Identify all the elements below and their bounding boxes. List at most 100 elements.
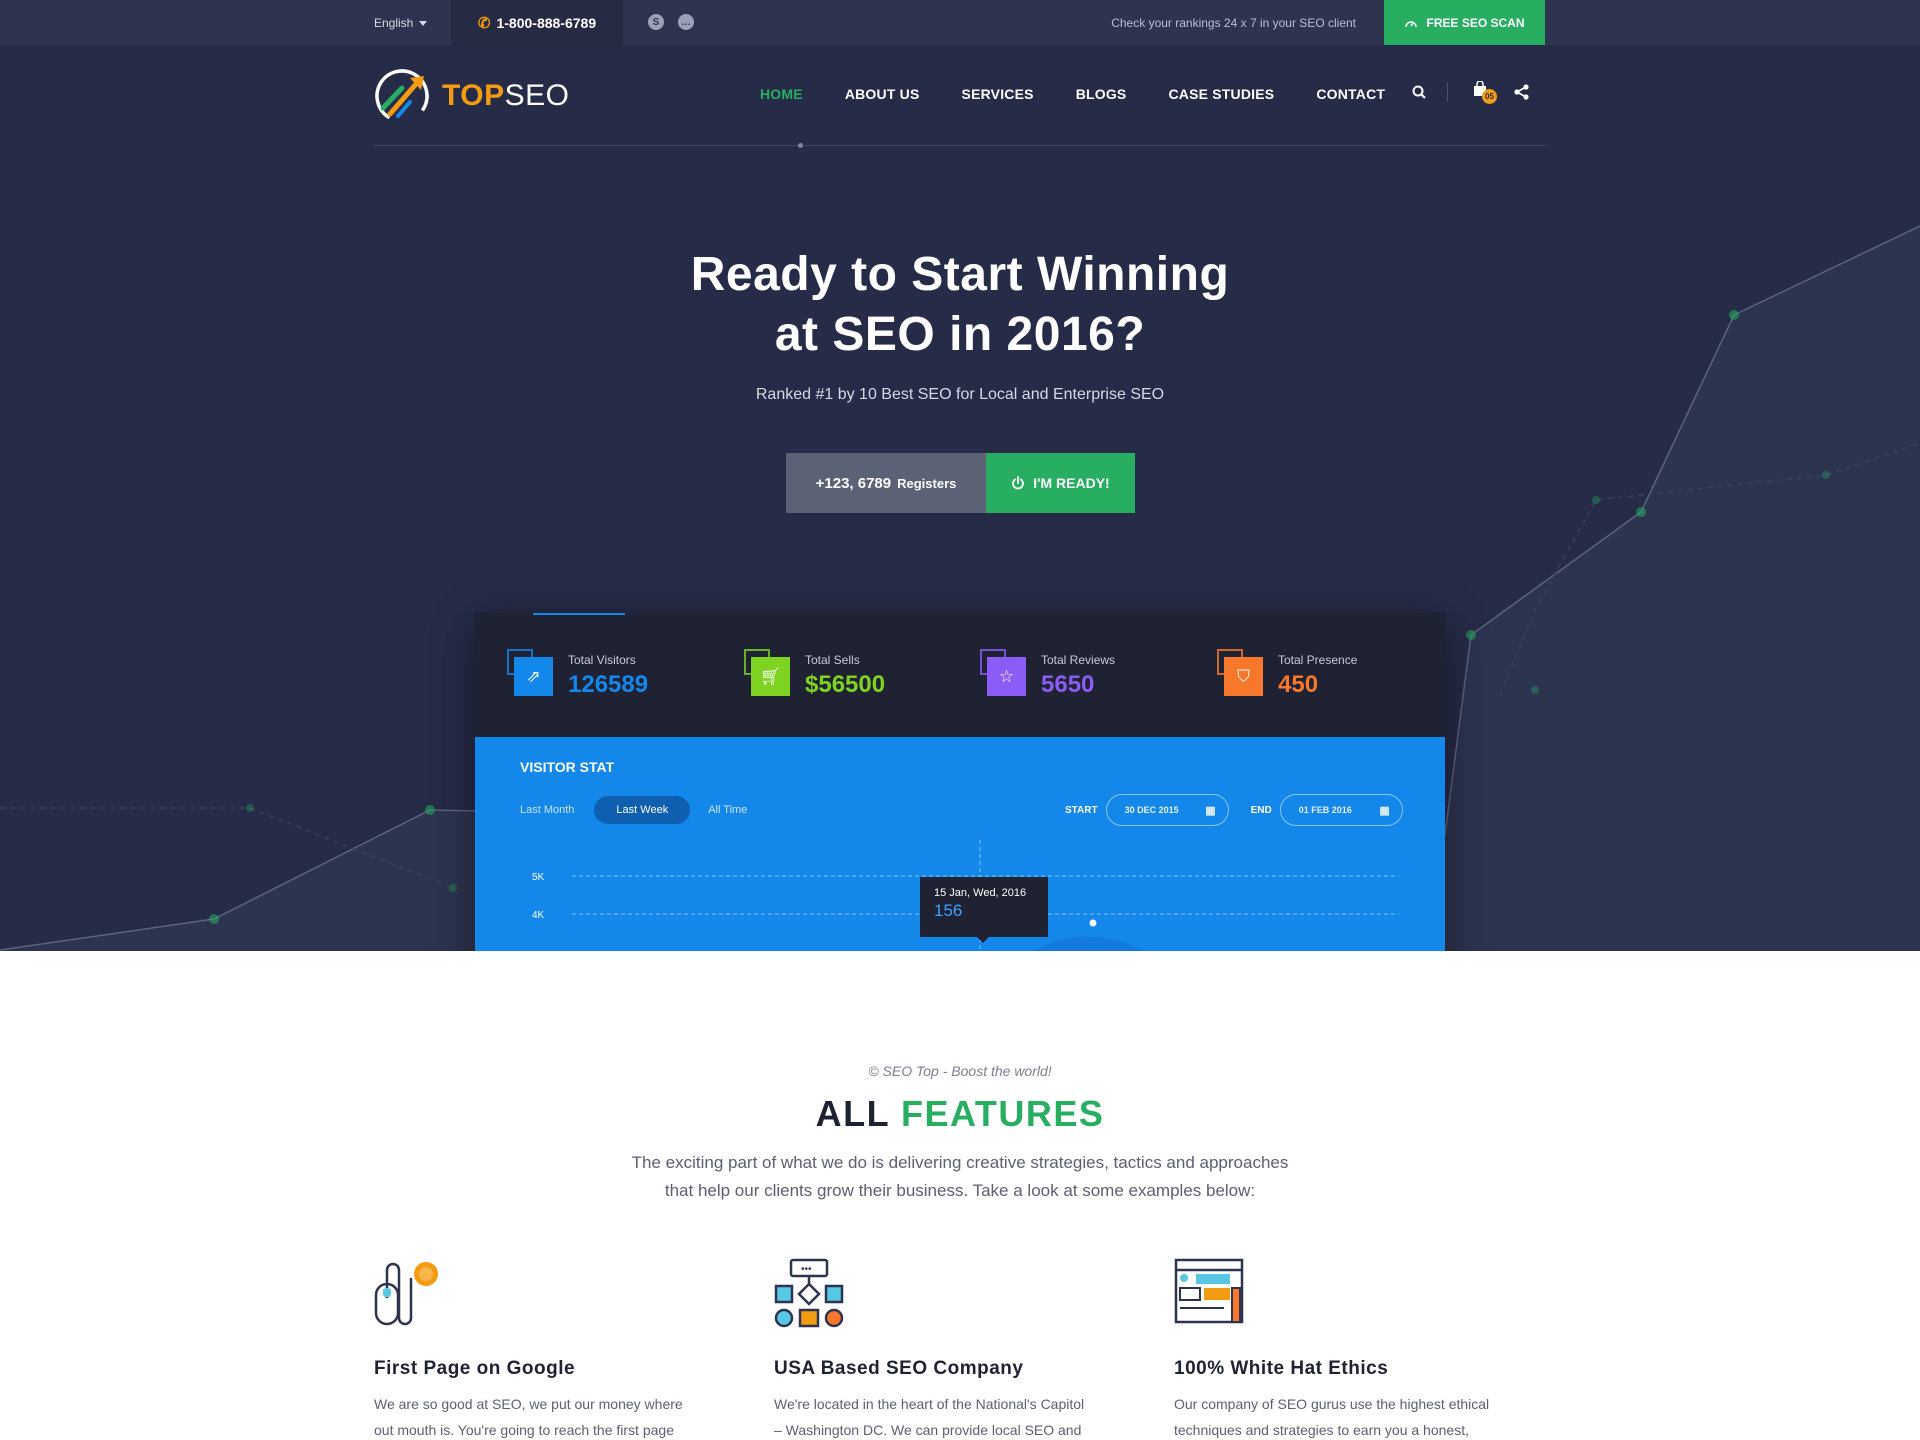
divider-dot bbox=[798, 143, 803, 148]
im-ready-button[interactable]: I'M READY! bbox=[986, 453, 1135, 513]
skype-icon[interactable]: S bbox=[648, 14, 664, 30]
phone-link[interactable]: ✆ 1-800-888-6789 bbox=[451, 0, 623, 45]
search-icon[interactable] bbox=[1409, 85, 1429, 99]
visitor-stat-tabs: Last Month Last Week All Time bbox=[520, 796, 777, 824]
tab-last-week[interactable]: Last Week bbox=[594, 796, 691, 824]
web-design-icon bbox=[1174, 1258, 1244, 1324]
tab-all-time[interactable]: All Time bbox=[708, 804, 747, 816]
nav-blogs[interactable]: BLOGS bbox=[1076, 86, 1127, 102]
hero-title-line1: Ready to Start Winning bbox=[690, 248, 1230, 301]
feature-title: First Page on Google bbox=[374, 1358, 576, 1379]
bookmark-icon: ⛉ bbox=[1224, 657, 1263, 696]
end-date: 01 FEB 2016 bbox=[1298, 805, 1352, 815]
features-kicker-text: SEO Top - Boost the world! bbox=[882, 1063, 1052, 1079]
features-desc-line2: that help our clients grow their busines… bbox=[664, 1181, 1256, 1200]
nav-services[interactable]: SERVICES bbox=[962, 86, 1034, 102]
logo-icon bbox=[375, 69, 429, 123]
language-label: English bbox=[374, 16, 414, 30]
stat-label: Total Sells bbox=[805, 653, 860, 667]
date-range: START 30 DEC 2015 ▦ END 01 FEB 2016 ▦ bbox=[1065, 794, 1425, 826]
feature-title: 100% White Hat Ethics bbox=[1174, 1358, 1389, 1379]
stats-bar: ⇗ Total Visitors 126589 🛒︎ Total Sells $… bbox=[475, 613, 1445, 737]
feature-title: USA Based SEO Company bbox=[774, 1358, 1024, 1379]
start-date-picker[interactable]: 30 DEC 2015 ▦ bbox=[1105, 794, 1229, 826]
language-select[interactable]: English bbox=[374, 16, 428, 30]
logo[interactable]: TOPSEO bbox=[374, 68, 570, 124]
feature-white-hat: 100% White Hat Ethics Our company of SEO… bbox=[1174, 1258, 1514, 1438]
logo-seo: SEO bbox=[504, 79, 570, 112]
calendar-icon: ▦ bbox=[1205, 804, 1216, 817]
social-links: S … bbox=[648, 14, 694, 30]
stat-total-presence: ⛉ Total Presence 450 bbox=[1217, 649, 1357, 699]
start-label: START bbox=[1065, 804, 1098, 816]
stat-label: Total Reviews bbox=[1041, 653, 1116, 667]
power-icon bbox=[1012, 476, 1025, 490]
nav-case-studies[interactable]: CASE STUDIES bbox=[1168, 86, 1274, 102]
free-seo-scan-label: FREE SEO SCAN bbox=[1426, 15, 1525, 30]
nav-contact[interactable]: CONTACT bbox=[1316, 86, 1385, 102]
hero-subtitle: Ranked #1 by 10 Best SEO for Local and E… bbox=[755, 386, 1165, 403]
features-title-green: FEATURES bbox=[901, 1093, 1105, 1134]
im-ready-label: I'M READY! bbox=[1033, 475, 1110, 491]
mouse-coin-icon bbox=[374, 1262, 438, 1326]
features-description: The exciting part of what we do is deliv… bbox=[600, 1149, 1320, 1205]
phone-number: 1-800-888-6789 bbox=[496, 14, 597, 31]
share-icon[interactable] bbox=[1514, 83, 1530, 100]
stat-icon-box: 🛒︎ bbox=[744, 649, 790, 696]
end-label: END bbox=[1250, 804, 1272, 816]
nav-home[interactable]: HOME bbox=[760, 86, 803, 102]
chart-point bbox=[1089, 919, 1097, 927]
calendar-icon: ▦ bbox=[1379, 804, 1390, 817]
rankings-note: Check your rankings 24 x 7 in your SEO c… bbox=[1111, 16, 1356, 30]
features-kicker: © SEO Top - Boost the world! bbox=[760, 1063, 1160, 1079]
stat-label: Total Visitors bbox=[568, 653, 636, 667]
stat-value: 450 bbox=[1278, 671, 1319, 698]
visitor-stat-title: VISITOR STAT bbox=[520, 759, 615, 775]
stat-total-sells: 🛒︎ Total Sells $56500 bbox=[744, 649, 885, 699]
feature-usa-based: ••• USA Based SEO Company We're located … bbox=[774, 1258, 1114, 1438]
free-seo-scan-button[interactable]: FREE SEO SCAN bbox=[1384, 0, 1545, 45]
logo-text: TOPSEO bbox=[442, 79, 570, 113]
flowchart-icon: ••• bbox=[774, 1258, 844, 1328]
nav-divider bbox=[1447, 81, 1448, 102]
phone-icon: ✆ bbox=[477, 14, 491, 32]
tab-last-month[interactable]: Last Month bbox=[520, 804, 574, 816]
chat-icon[interactable]: … bbox=[678, 14, 694, 30]
feature-text-line2: out mouth is. You're going to reach the … bbox=[374, 1422, 674, 1438]
feature-text-line1: We are so good at SEO, we put our money … bbox=[374, 1396, 683, 1412]
stat-value: 5650 bbox=[1041, 671, 1095, 698]
stat-value: 126589 bbox=[568, 671, 649, 698]
hero-title-line2: at SEO in 2016? bbox=[774, 308, 1146, 361]
nav-tools: 05 bbox=[1409, 80, 1530, 104]
stat-value: $56500 bbox=[805, 671, 886, 698]
features-title: ALL FEATURES bbox=[660, 1093, 1260, 1135]
chart-tooltip: 15 Jan, Wed, 2016 156 bbox=[920, 877, 1048, 943]
stat-total-visitors: ⇗ Total Visitors 126589 bbox=[507, 649, 648, 699]
feature-text-line1: Our company of SEO gurus use the highest… bbox=[1174, 1396, 1490, 1412]
cart-count-badge: 05 bbox=[1482, 89, 1497, 104]
stat-icon-box: ⇗ bbox=[507, 649, 553, 696]
nav-about-us[interactable]: ABOUT US bbox=[845, 86, 920, 102]
cart-button[interactable]: 05 bbox=[1472, 80, 1502, 104]
hero-cta: +123, 6789 Registers I'M READY! bbox=[786, 453, 1135, 513]
feature-text: Our company of SEO gurus use the highest… bbox=[1174, 1391, 1514, 1440]
tooltip-date: 15 Jan, Wed, 2016 bbox=[934, 887, 1027, 899]
stat-total-reviews: ☆ Total Reviews 5650 bbox=[980, 649, 1115, 699]
end-date-picker[interactable]: 01 FEB 2016 ▦ bbox=[1279, 794, 1403, 826]
start-date: 30 DEC 2015 bbox=[1124, 805, 1179, 815]
dashboard-card: ⇗ Total Visitors 126589 🛒︎ Total Sells $… bbox=[475, 613, 1445, 951]
cart-icon: 🛒︎ bbox=[751, 657, 790, 696]
feature-text: We're located in the heart of the Nation… bbox=[774, 1391, 1114, 1440]
top-bar: English ✆ 1-800-888-6789 S … Check your … bbox=[0, 0, 1920, 45]
chevron-down-icon bbox=[419, 20, 428, 26]
y-tick-4k: 4K bbox=[532, 910, 545, 921]
registers-counter: +123, 6789 Registers bbox=[786, 453, 986, 513]
features-title-dark: ALL bbox=[815, 1093, 890, 1134]
logo-top: TOP bbox=[442, 79, 505, 112]
chart-area-shape bbox=[1033, 936, 1144, 951]
tooltip-value: 156 bbox=[934, 901, 963, 920]
stat-label: Total Presence bbox=[1278, 653, 1358, 667]
stat-icon-box: ⛉ bbox=[1217, 649, 1263, 696]
hero-title: Ready to Start Winning at SEO in 2016? bbox=[560, 245, 1360, 365]
tooltip-arrow bbox=[977, 937, 989, 943]
